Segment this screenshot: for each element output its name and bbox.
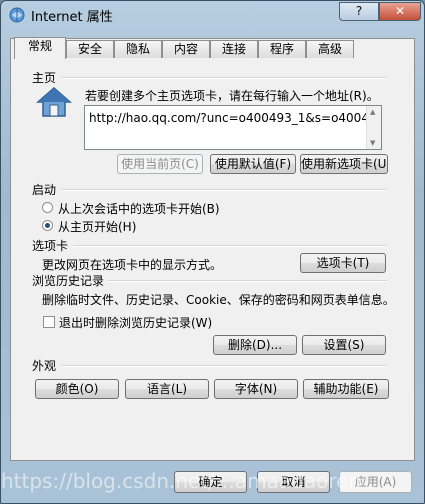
appearance-section-title: 外观 (32, 359, 57, 373)
internet-options-window: Internet 属性 ? ✕ 常规 安全 隐私 内容 连接 程序 高级 主页 … (0, 0, 425, 504)
tab-content[interactable]: 内容 (162, 40, 210, 58)
delete-history-on-exit-checkbox[interactable] (43, 316, 55, 328)
tabs-settings-button[interactable]: 选项卡(T) (300, 253, 386, 273)
start-with-home-page-radio[interactable] (42, 220, 53, 231)
home-description: 若要创建多个主页选项卡，请在每行输入一个地址(R)。 (85, 89, 379, 103)
tabs-section-title: 选项卡 (32, 239, 69, 253)
startup-separator (61, 189, 387, 191)
home-page-urls-textarea[interactable]: http://hao.qq.com/?unc=o400493_1&s=o4004… (84, 105, 382, 150)
use-default-button[interactable]: 使用默认值(F) (210, 154, 296, 174)
scroll-down-icon[interactable]: ▼ (370, 139, 375, 147)
textarea-scrollbar[interactable]: ▲ ▼ (366, 106, 381, 149)
home-page-url: http://hao.qq.com/?unc=o400493_1&s=o4004… (89, 111, 382, 125)
fonts-button[interactable]: 字体(N) (214, 379, 298, 399)
history-description: 删除临时文件、历史记录、Cookie、保存的密码和网页表单信息。 (42, 293, 395, 307)
internet-options-icon (9, 7, 25, 23)
tab-advanced[interactable]: 高级 (306, 40, 354, 58)
tabs-separator (73, 245, 387, 247)
history-settings-button[interactable]: 设置(S) (302, 335, 386, 355)
accessibility-button[interactable]: 辅助功能(E) (303, 379, 389, 399)
watermark-text: https://blog.csdn.net/…amaadaoren (1, 469, 362, 493)
start-from-last-session-label[interactable]: 从上次会话中的选项卡开始(B) (58, 200, 220, 217)
appearance-separator (61, 365, 387, 367)
tab-privacy[interactable]: 隐私 (114, 40, 162, 58)
home-icon (36, 87, 72, 117)
delete-history-button[interactable]: 删除(D)... (213, 335, 297, 355)
colors-button[interactable]: 颜色(O) (35, 379, 119, 399)
scroll-up-icon[interactable]: ▲ (370, 108, 375, 116)
use-new-tab-button[interactable]: 使用新选项卡(U) (300, 154, 388, 174)
home-section-title: 主页 (32, 71, 57, 85)
delete-history-on-exit-label[interactable]: 退出时删除浏览历史记录(W) (59, 314, 212, 331)
close-button[interactable]: ✕ (379, 2, 421, 21)
use-current-button[interactable]: 使用当前页(C) (117, 154, 203, 174)
history-section-title: 浏览历史记录 (32, 274, 105, 288)
start-from-last-session-radio[interactable] (42, 202, 53, 213)
start-with-home-page-label[interactable]: 从主页开始(H) (58, 218, 136, 235)
title-bar[interactable]: Internet 属性 ? ✕ (1, 1, 424, 29)
history-separator (108, 280, 387, 282)
tab-programs[interactable]: 程序 (258, 40, 306, 58)
window-title: Internet 属性 (31, 10, 113, 25)
home-separator (61, 77, 387, 79)
help-button[interactable]: ? (339, 2, 379, 21)
startup-section-title: 启动 (32, 183, 57, 197)
tabs-description: 更改网页在选项卡中的显示方式。 (42, 258, 223, 272)
tab-security[interactable]: 安全 (66, 40, 114, 58)
tab-general[interactable]: 常规 (14, 37, 66, 59)
tab-connections[interactable]: 连接 (210, 40, 258, 58)
languages-button[interactable]: 语言(L) (125, 379, 209, 399)
